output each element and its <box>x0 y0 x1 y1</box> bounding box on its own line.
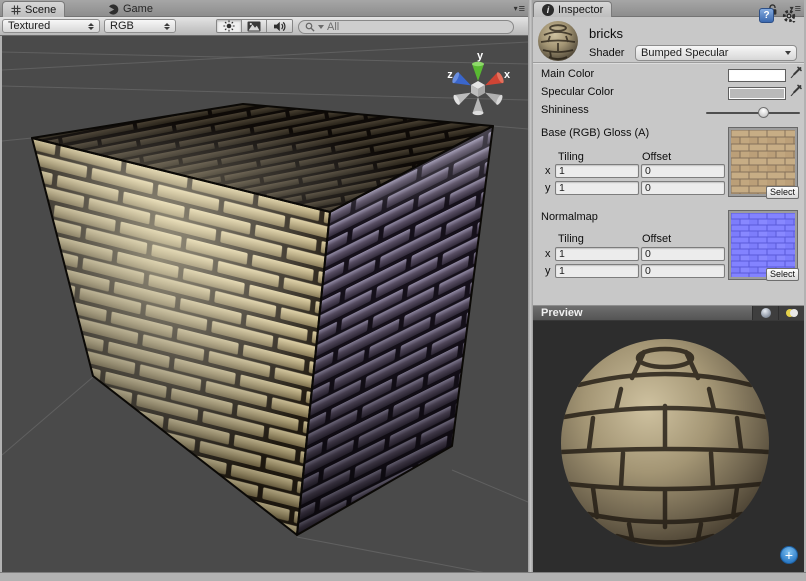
shader-value: Bumped Specular <box>641 47 728 59</box>
material-header: bricks Shader Bumped Specular ? <box>533 17 804 63</box>
tab-scene-label: Scene <box>25 4 56 16</box>
tab-inspector[interactable]: i Inspector <box>533 1 612 17</box>
light-dot-white-icon <box>790 309 798 317</box>
gizmo-x-label: x <box>504 69 511 81</box>
material-preview-thumb <box>537 20 579 62</box>
base-x-row-label: x <box>545 165 551 177</box>
draw-mode-value: Textured <box>8 20 50 32</box>
normal-x-row-label: x <box>545 248 551 260</box>
search-input[interactable] <box>327 21 507 33</box>
base-map-label: Base (RGB) Gloss (A) <box>541 127 649 139</box>
normal-tiling-x-field[interactable] <box>555 247 639 261</box>
preview-header-bar[interactable]: Preview <box>533 305 804 321</box>
game-icon <box>108 4 119 15</box>
tab-game[interactable]: Game <box>108 2 153 16</box>
hamburger-icon: ≡ <box>519 4 525 14</box>
gizmo-z-label: z <box>447 69 453 81</box>
header-divider <box>533 62 804 63</box>
scene-viewport[interactable]: y x z <box>2 36 528 572</box>
normal-offset-header: Offset <box>642 233 671 245</box>
normal-tiling-header: Tiling <box>558 233 584 245</box>
preview-lighting-button[interactable] <box>779 306 804 320</box>
inspector-panel: i Inspector ▾ ≡ <box>533 0 804 572</box>
brick-texture-image <box>731 130 795 194</box>
normal-y-row-label: y <box>545 265 551 277</box>
draw-mode-dropdown[interactable]: Textured <box>2 19 100 33</box>
audio-toggle[interactable] <box>267 20 292 32</box>
gear-icon[interactable] <box>782 9 796 23</box>
sphere-icon <box>761 308 771 318</box>
base-select-button[interactable]: Select <box>766 186 799 199</box>
base-y-row-label: y <box>545 182 551 194</box>
scene-3d-view[interactable]: y x z <box>2 36 528 572</box>
normal-select-button[interactable]: Select <box>766 268 799 281</box>
gizmo-y-axis <box>472 62 484 81</box>
slider-track-line <box>706 112 800 114</box>
base-tiling-header: Tiling <box>558 151 584 163</box>
scene-toolbar: Textured RGB <box>0 17 528 36</box>
shader-dropdown[interactable]: Bumped Specular <box>635 45 797 61</box>
shininess-knob[interactable] <box>758 107 769 118</box>
shininess-label: Shininess <box>541 104 589 116</box>
scene-orientation-gizmo[interactable]: y x z <box>447 50 511 115</box>
render-mode-dropdown[interactable]: RGB <box>104 19 176 33</box>
normal-tiling-y-field[interactable] <box>555 264 639 278</box>
search-filter-caret-icon[interactable] <box>318 25 324 29</box>
dropdown-arrows-icon <box>164 23 170 30</box>
scene-panel-menu[interactable]: ▾ ≡ <box>514 4 525 14</box>
add-button[interactable]: + <box>780 546 798 564</box>
caret-icon: ▾ <box>514 5 518 13</box>
base-offset-y-field[interactable] <box>641 181 725 195</box>
render-mode-value: RGB <box>110 20 134 32</box>
brick-cube[interactable] <box>32 104 493 535</box>
unity-editor-window: { "scene_panel": { "tabs": { "scene": "S… <box>0 0 806 581</box>
gizmo-x-axis <box>482 71 505 90</box>
material-name: bricks <box>589 26 623 41</box>
specular-color-swatch[interactable] <box>728 87 786 100</box>
shininess-slider[interactable] <box>706 107 800 119</box>
base-offset-header: Offset <box>642 151 671 163</box>
preview-sphere <box>533 321 804 572</box>
base-offset-x-field[interactable] <box>641 164 725 178</box>
preview-title: Preview <box>541 307 583 319</box>
scene-view-toggles <box>216 19 293 33</box>
preview-toolbar <box>752 306 804 320</box>
base-tiling-y-field[interactable] <box>555 181 639 195</box>
lighting-toggle[interactable] <box>217 20 242 32</box>
specular-color-label: Specular Color <box>541 86 614 98</box>
tab-inspector-label: Inspector <box>558 4 603 16</box>
normal-offset-y-field[interactable] <box>641 264 725 278</box>
search-icon <box>305 22 315 32</box>
eyedropper-icon[interactable] <box>790 66 802 79</box>
scene-search-field[interactable] <box>298 20 514 34</box>
image-icon <box>247 21 261 32</box>
speaker-icon <box>273 21 286 32</box>
base-tiling-x-field[interactable] <box>555 164 639 178</box>
scene-tabstrip: Scene Game ▾ ≡ <box>0 0 528 17</box>
preview-mesh-button[interactable] <box>753 306 779 320</box>
normal-map-label: Normalmap <box>541 211 598 223</box>
main-color-swatch[interactable] <box>728 69 786 82</box>
preview-area[interactable]: + <box>533 321 804 572</box>
scene-panel: Scene Game ▾ ≡ Textured RGB <box>0 0 528 572</box>
tab-scene[interactable]: Scene <box>2 1 65 17</box>
eyedropper-icon[interactable] <box>790 84 802 97</box>
main-color-label: Main Color <box>541 68 594 80</box>
gizmo-z-axis <box>451 71 474 90</box>
normal-offset-x-field[interactable] <box>641 247 725 261</box>
tab-game-label: Game <box>123 3 153 15</box>
sun-icon <box>223 20 235 32</box>
scene-grid-icon <box>11 5 21 15</box>
shader-caret-icon <box>785 51 791 55</box>
gizmo-y-label: y <box>477 50 484 62</box>
dropdown-arrows-icon <box>88 23 94 30</box>
skybox-toggle[interactable] <box>242 20 267 32</box>
help-icon[interactable]: ? <box>759 8 774 23</box>
window-bottom-frame <box>0 572 806 581</box>
shader-label: Shader <box>589 47 624 59</box>
info-icon: i <box>542 4 554 16</box>
